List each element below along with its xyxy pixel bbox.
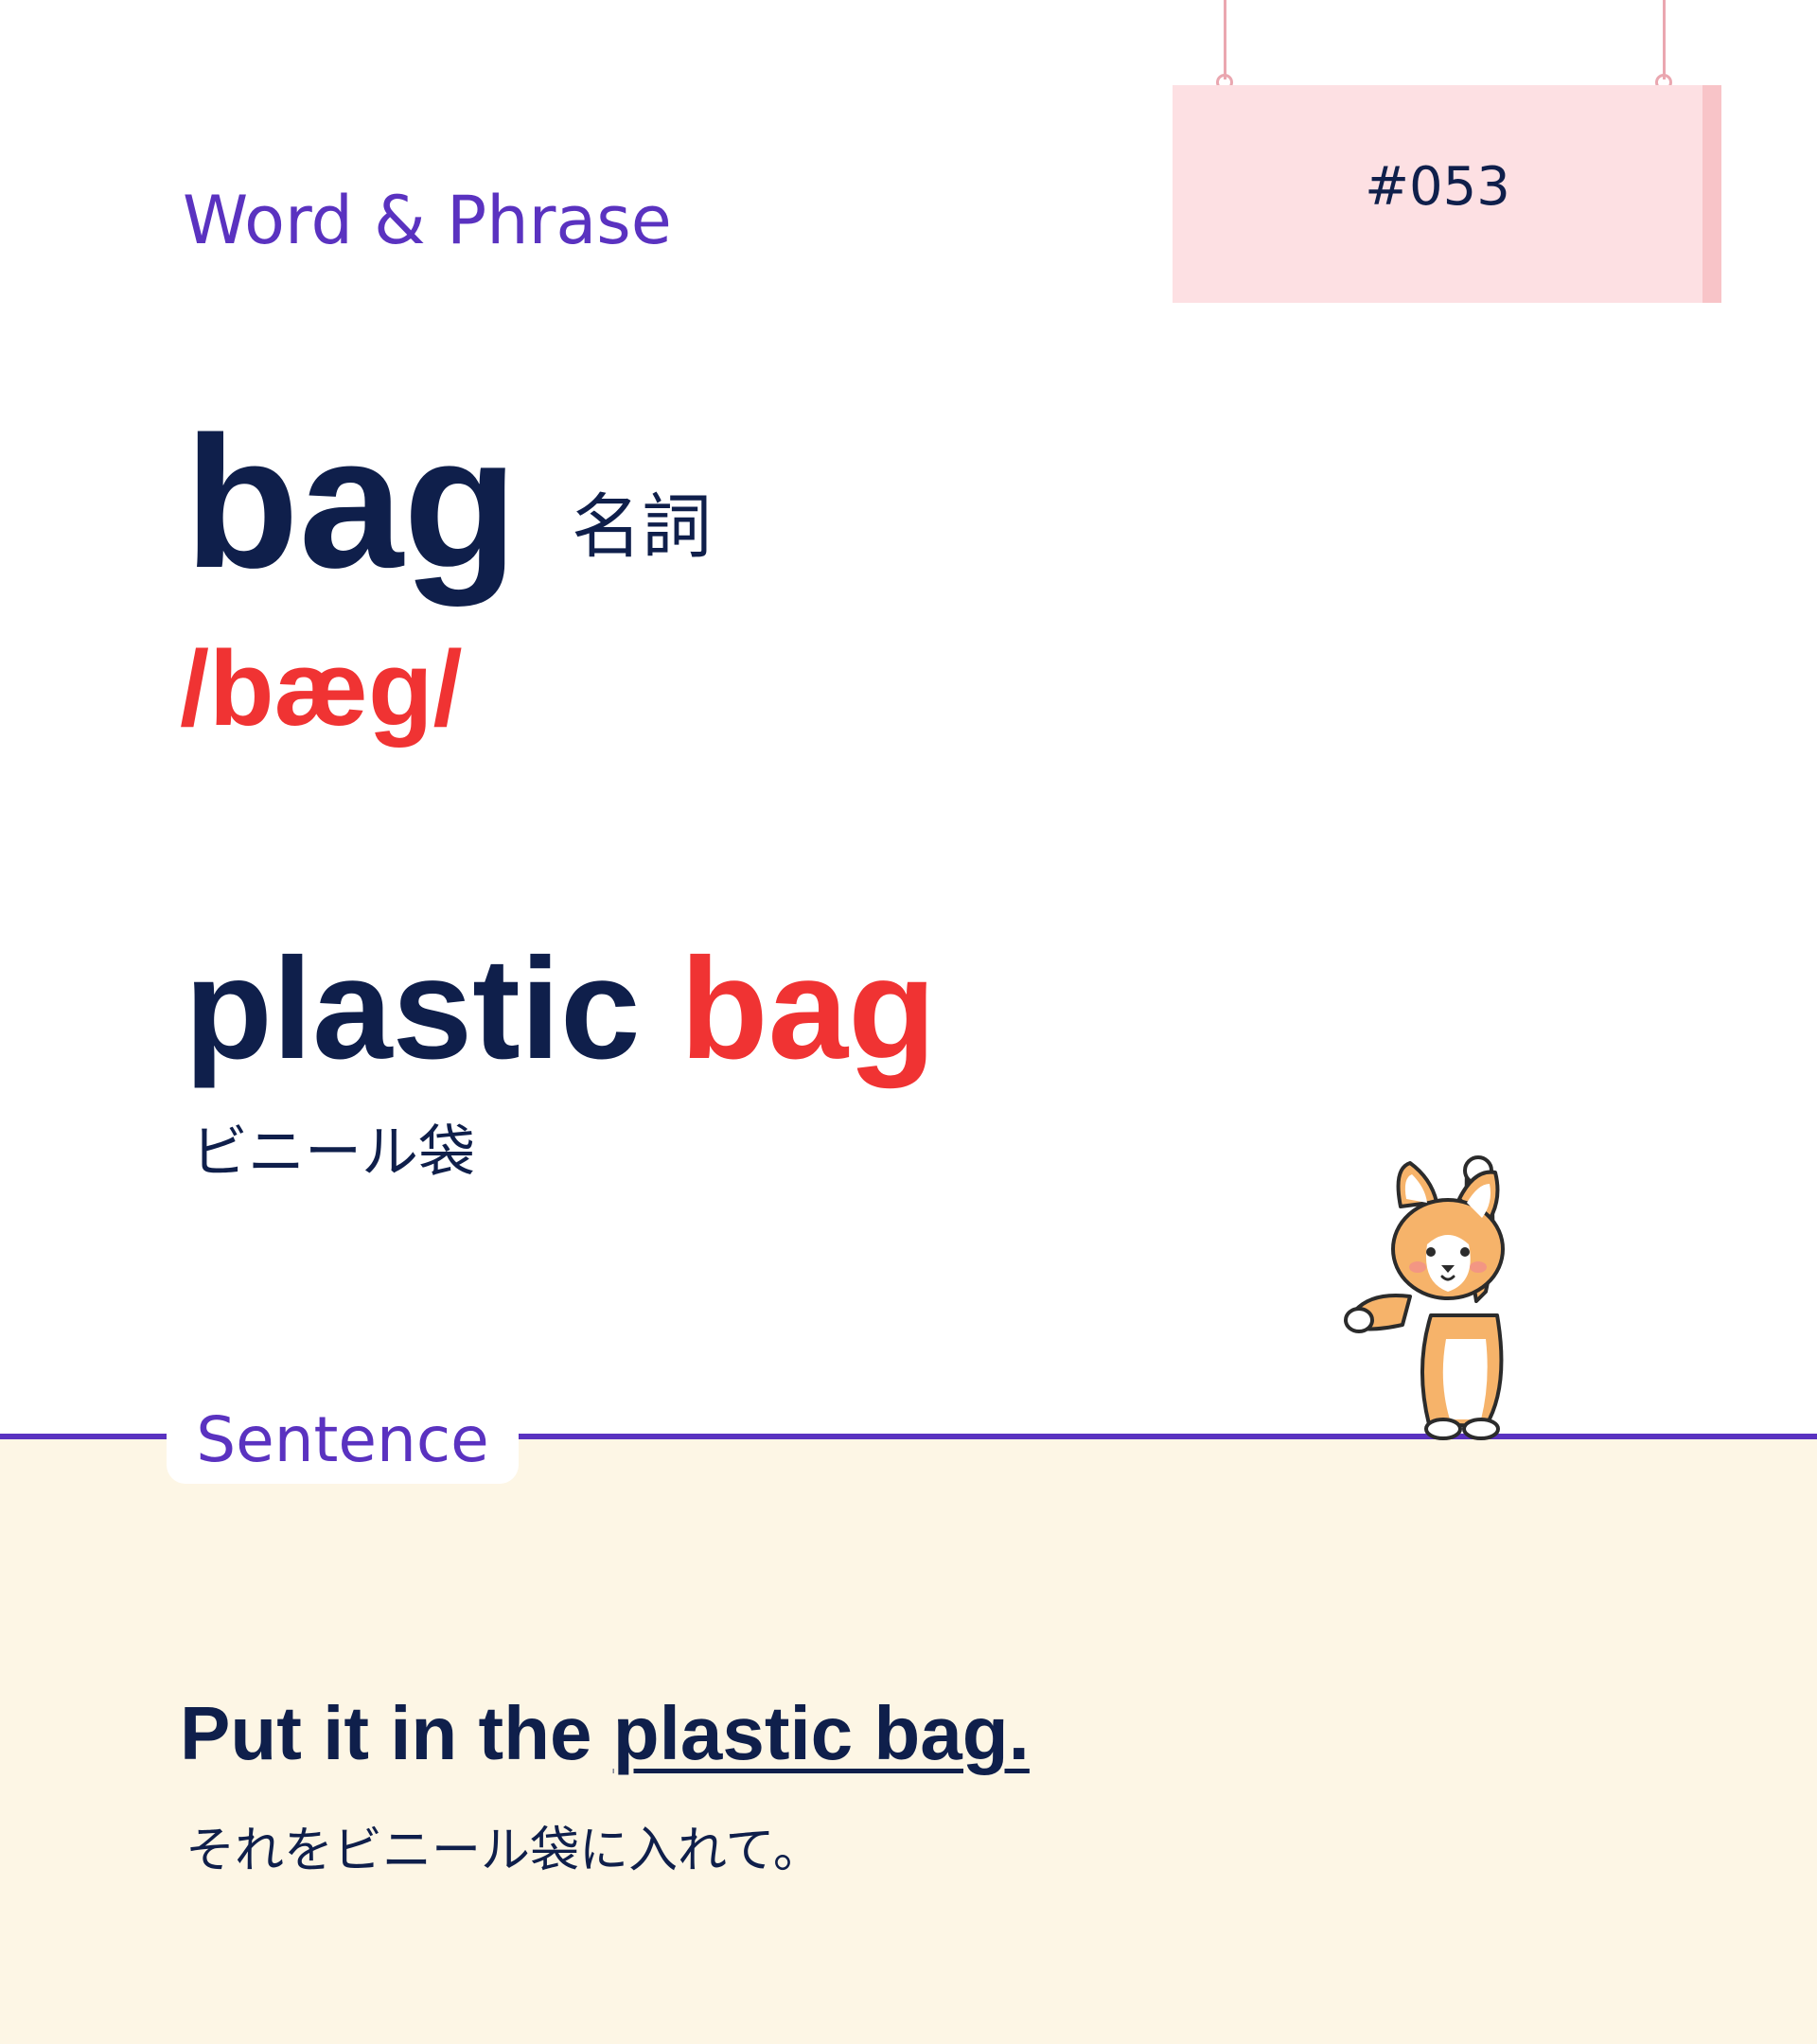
sign-string-left — [1224, 0, 1226, 79]
sentence-highlight: plastic bag. — [612, 1691, 1030, 1775]
sentence-translation: それをビニール袋に入れて。 — [185, 1823, 822, 1879]
phrase-translation: ビニール袋 — [191, 1119, 475, 1186]
example-sentence: Put it in the plastic bag. — [180, 1696, 1030, 1771]
pronunciation: /bæg/ — [180, 629, 463, 748]
sentence-label-pill: Sentence — [167, 1397, 519, 1484]
sign-string-right — [1663, 0, 1666, 79]
part-of-speech: 名詞 — [572, 486, 712, 568]
sentence-label: Sentence — [196, 1403, 489, 1476]
corgi-mascot-icon — [1344, 1155, 1505, 1440]
example-phrase: plastic bag — [185, 937, 936, 1081]
headword: bag — [185, 397, 519, 607]
entry-number-sign: #053 — [1173, 85, 1721, 303]
phrase-prefix: plastic — [185, 928, 680, 1089]
phrase-highlight: bag — [679, 928, 936, 1089]
sentence-prefix: Put it in the — [180, 1691, 613, 1775]
section-title-word-phrase: Word & Phrase — [183, 182, 672, 259]
entry-number: #053 — [1365, 156, 1510, 218]
